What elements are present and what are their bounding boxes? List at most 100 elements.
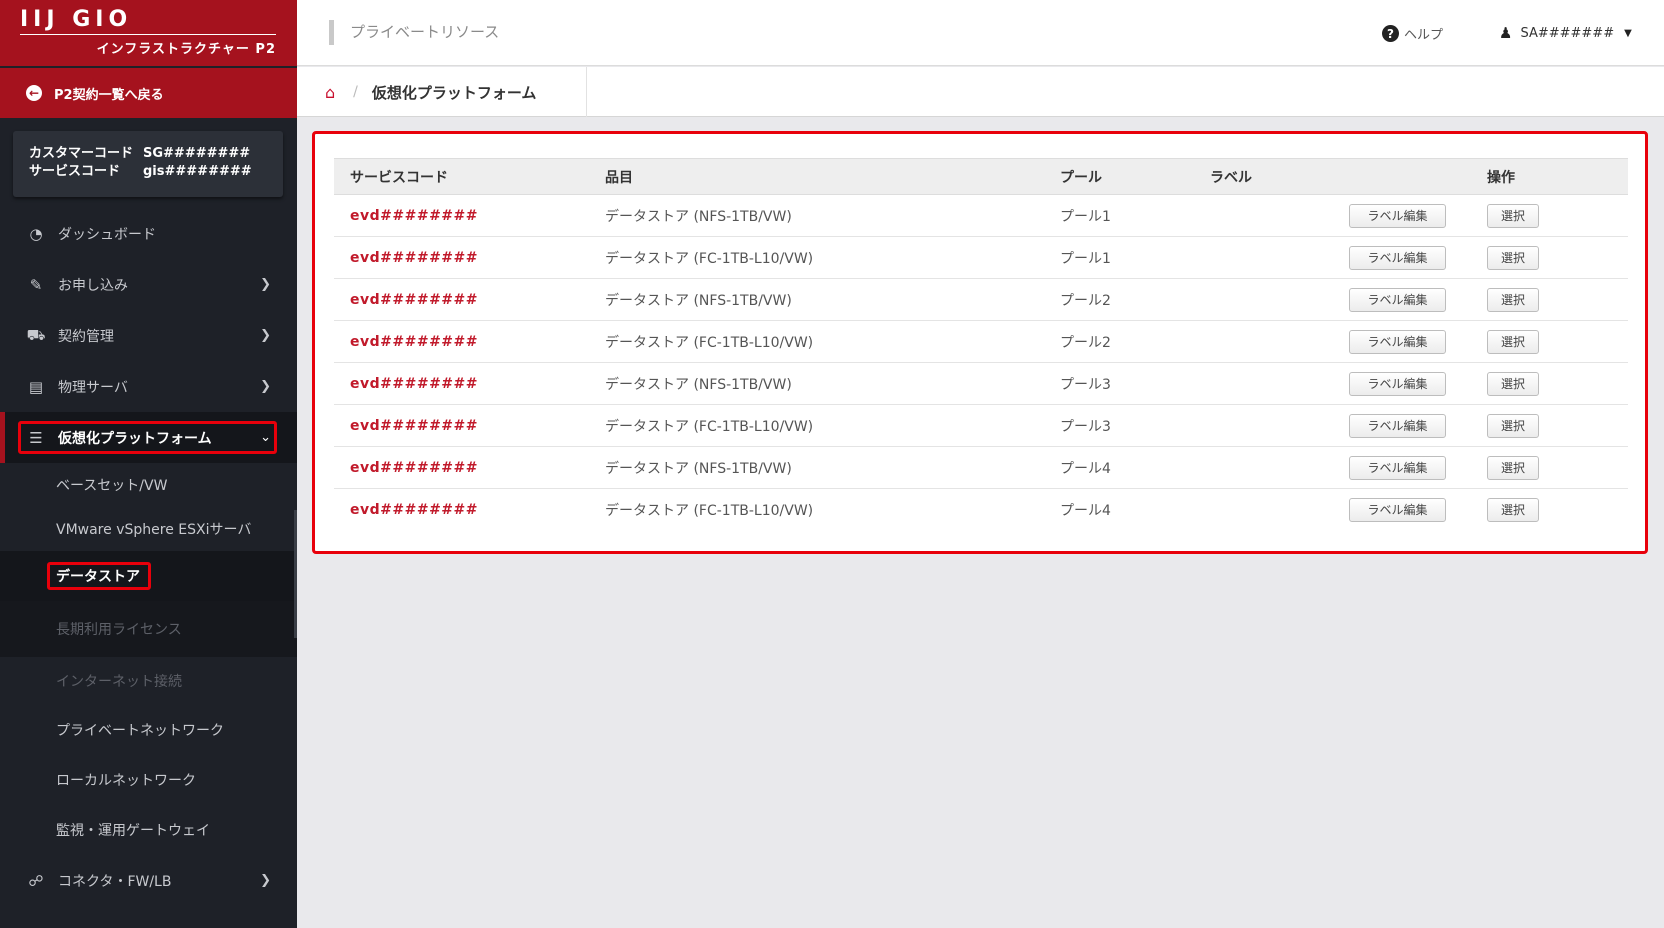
label-cell	[1194, 363, 1349, 405]
top-header: プライベートリソース ? ヘルプ ♟ SA####### ▼	[297, 0, 1664, 66]
datastore-list-card: サービスコード 品目 プール ラベル 操作 evd######## データストア…	[312, 131, 1648, 554]
caret-down-icon: ▼	[1624, 27, 1632, 39]
question-circle-icon: ?	[1382, 25, 1399, 42]
table-row: evd######## データストア (NFS-1TB/VW) プール3 ラベル…	[334, 363, 1628, 405]
edit-icon: ✎	[29, 275, 43, 294]
service-code-link[interactable]: evd########	[334, 279, 589, 321]
label-cell	[1194, 195, 1349, 237]
label-cell	[1194, 405, 1349, 447]
sidebar-item-label: コネクタ・FW/LB	[58, 873, 172, 890]
label-cell	[1194, 447, 1349, 489]
breadcrumb-separator: /	[353, 84, 358, 100]
select-button[interactable]: 選択	[1487, 287, 1539, 312]
user-menu[interactable]: ♟ SA####### ▼	[1499, 24, 1632, 42]
back-to-contract-list-link[interactable]: ← P2契約一覧へ戻る	[0, 68, 297, 118]
sidebar-item-physical-server[interactable]: ▤ 物理サーバ ❯	[0, 361, 297, 412]
select-button[interactable]: 選択	[1487, 203, 1539, 228]
sidebar-subitem-label: 長期利用ライセンス	[56, 622, 182, 638]
service-code-link[interactable]: evd########	[334, 405, 589, 447]
label-edit-button[interactable]: ラベル編集	[1349, 245, 1446, 270]
sidebar-item-connector[interactable]: ☍ コネクタ・FW/LB ❯	[0, 855, 297, 906]
label-cell	[1194, 279, 1349, 321]
customer-code-label: カスタマーコード	[29, 146, 134, 161]
sidebar-item-label: 契約管理	[58, 328, 114, 345]
brand-logo: IIJ GIO	[20, 7, 133, 32]
sidebar-subitem-esxi-server[interactable]: VMware vSphere ESXiサーバ	[0, 507, 297, 551]
select-button[interactable]: 選択	[1487, 413, 1539, 438]
table-row: evd######## データストア (NFS-1TB/VW) プール4 ラベル…	[334, 447, 1628, 489]
select-button[interactable]: 選択	[1487, 455, 1539, 480]
sidebar-item-internet[interactable]: インターネット接続	[0, 657, 297, 705]
label-edit-button[interactable]: ラベル編集	[1349, 329, 1446, 354]
label-edit-button[interactable]: ラベル編集	[1349, 287, 1446, 312]
chevron-right-icon: ❯	[260, 873, 271, 888]
item-cell: データストア (FC-1TB-L10/VW)	[605, 250, 814, 267]
sidebar-item-application[interactable]: ✎ お申し込み ❯	[0, 259, 297, 310]
pool-cell: プール1	[1060, 208, 1111, 225]
select-button[interactable]: 選択	[1487, 497, 1539, 522]
pool-cell: プール2	[1060, 292, 1111, 309]
item-cell: データストア (NFS-1TB/VW)	[605, 292, 792, 309]
item-cell: データストア (FC-1TB-L10/VW)	[605, 418, 814, 435]
sidebar-item-local-network[interactable]: ローカルネットワーク	[0, 755, 297, 805]
sidebar-scrollbar[interactable]	[294, 510, 297, 638]
label-cell	[1194, 489, 1349, 531]
column-header-label: ラベル	[1194, 158, 1349, 195]
highlight-outline	[18, 421, 277, 454]
help-link[interactable]: ? ヘルプ	[1382, 24, 1443, 43]
sidebar-item-label: ダッシュボード	[58, 226, 156, 243]
pool-cell: プール1	[1060, 250, 1111, 267]
arrow-left-circle-icon: ←	[26, 85, 42, 101]
table-row: evd######## データストア (FC-1TB-L10/VW) プール4 …	[334, 489, 1628, 531]
sidebar-item-label: インターネット接続	[56, 674, 182, 690]
column-header-service-code: サービスコード	[334, 158, 589, 195]
table-row: evd######## データストア (FC-1TB-L10/VW) プール2 …	[334, 321, 1628, 363]
sidebar-subitem-baseset[interactable]: ベースセット/VW	[0, 463, 297, 507]
user-name: SA#######	[1520, 25, 1615, 41]
sidebar-subitem-datastore[interactable]: データストア	[0, 551, 297, 601]
service-code-link[interactable]: evd########	[334, 195, 589, 237]
sidebar-item-contract[interactable]: ⛟ 契約管理 ❯	[0, 310, 297, 361]
select-button[interactable]: 選択	[1487, 371, 1539, 396]
label-cell	[1194, 237, 1349, 279]
table-row: evd######## データストア (NFS-1TB/VW) プール2 ラベル…	[334, 279, 1628, 321]
sidebar-subitem-long-term-license[interactable]: 長期利用ライセンス	[0, 601, 297, 657]
label-edit-button[interactable]: ラベル編集	[1349, 203, 1446, 228]
service-code-link[interactable]: evd########	[334, 363, 589, 405]
sidebar-item-monitoring-gateway[interactable]: 監視・運用ゲートウェイ	[0, 805, 297, 855]
chevron-right-icon: ❯	[260, 379, 271, 394]
label-cell	[1194, 321, 1349, 363]
chevron-right-icon: ❯	[260, 277, 271, 292]
user-icon: ♟	[1499, 24, 1513, 42]
label-edit-button[interactable]: ラベル編集	[1349, 455, 1446, 480]
pool-cell: プール4	[1060, 502, 1111, 519]
service-code-link[interactable]: evd########	[334, 321, 589, 363]
pool-cell: プール2	[1060, 334, 1111, 351]
back-link-label: P2契約一覧へ戻る	[54, 87, 164, 103]
item-cell: データストア (NFS-1TB/VW)	[605, 376, 792, 393]
server-icon: ▤	[28, 377, 44, 396]
service-code-link[interactable]: evd########	[334, 237, 589, 279]
pool-cell: プール3	[1060, 376, 1111, 393]
brand-header: IIJ GIO インフラストラクチャー P2	[0, 0, 297, 66]
sidebar-item-private-network[interactable]: プライベートネットワーク	[0, 705, 297, 755]
service-code-link[interactable]: evd########	[334, 489, 589, 531]
label-edit-button[interactable]: ラベル編集	[1349, 413, 1446, 438]
sidebar-item-virtualization-platform[interactable]: ☰ 仮想化プラットフォーム ⌄	[0, 412, 297, 463]
service-code-link[interactable]: evd########	[334, 447, 589, 489]
table-row: evd######## データストア (FC-1TB-L10/VW) プール3 …	[334, 405, 1628, 447]
label-edit-button[interactable]: ラベル編集	[1349, 371, 1446, 396]
breadcrumb: ⌂ / 仮想化プラットフォーム	[297, 67, 1664, 117]
label-edit-button[interactable]: ラベル編集	[1349, 497, 1446, 522]
datastore-table: サービスコード 品目 プール ラベル 操作 evd######## データストア…	[334, 158, 1628, 531]
item-cell: データストア (FC-1TB-L10/VW)	[605, 502, 814, 519]
customer-code-value: SG########	[143, 146, 251, 161]
select-button[interactable]: 選択	[1487, 329, 1539, 354]
sidebar-item-dashboard[interactable]: ◔ ダッシュボード	[0, 208, 297, 259]
home-icon[interactable]: ⌂	[325, 83, 335, 102]
service-code-value: gis########	[143, 164, 252, 179]
select-button[interactable]: 選択	[1487, 245, 1539, 270]
dashboard-icon: ◔	[29, 224, 43, 243]
truck-icon: ⛟	[26, 325, 46, 344]
column-header-pool: プール	[1044, 158, 1194, 195]
